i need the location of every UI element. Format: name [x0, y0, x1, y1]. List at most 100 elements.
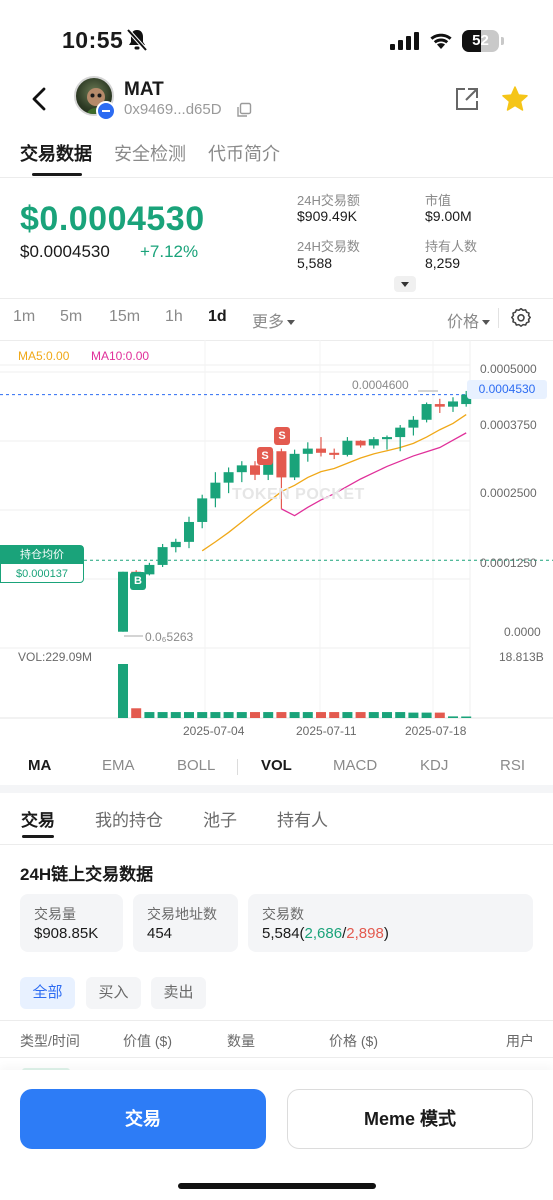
tx-count-label: 24H交易数 [297, 239, 360, 254]
column-header-amount: 数量 [227, 1033, 255, 1049]
indicator-macd[interactable]: MACD [333, 757, 377, 774]
indicator-vol[interactable]: VOL [261, 757, 292, 774]
status-bar: 10:55 52 [0, 0, 553, 80]
current-price-tag: 0.0004530 [467, 380, 547, 399]
holding-avg-price-tag[interactable]: 持仓均价 $0.000137 [0, 545, 84, 583]
candle-body [395, 427, 406, 438]
volume-bar [184, 712, 194, 718]
high-price-label: 0.0004600 [352, 378, 409, 392]
filter-sell[interactable]: 卖出 [151, 977, 206, 1009]
market-cap-value: $9.00M [425, 208, 472, 224]
candle-body [448, 401, 458, 407]
tab-pools[interactable]: 池子 [203, 806, 237, 831]
price-mode-label: 价格 [447, 314, 480, 331]
status-time: 10:55 [62, 27, 124, 53]
candle-body [276, 451, 287, 478]
timeframe-1m[interactable]: 1m [13, 308, 35, 326]
tx-sell-count: 2,898 [346, 925, 384, 942]
column-header-price: 价格 ($) [329, 1033, 378, 1049]
card-label: 交易数 [262, 906, 304, 922]
candle-body [368, 439, 379, 446]
wifi-icon [430, 33, 452, 49]
divider [0, 1020, 553, 1021]
card-value: $908.85K [34, 925, 99, 942]
favorite-star-icon[interactable] [501, 85, 529, 113]
filter-buy[interactable]: 买入 [86, 977, 141, 1009]
market-cap-label: 市值 [425, 193, 452, 208]
ma5-line [201, 414, 467, 552]
tx-buy-count: 2,686 [304, 925, 343, 942]
candle-body [289, 453, 300, 478]
candle-body [197, 498, 208, 522]
indicator-ma[interactable]: MA [28, 757, 51, 774]
volume-card: 交易量 $908.85K [20, 894, 123, 952]
indicator-ema[interactable]: EMA [102, 757, 135, 774]
buy-marker[interactable]: B [130, 572, 146, 590]
y-tick-label: 0.0002500 [480, 486, 537, 500]
indicator-rsi[interactable]: RSI [500, 757, 525, 774]
meme-mode-button[interactable]: Meme 模式 [287, 1089, 533, 1149]
filter-all[interactable]: 全部 [20, 977, 75, 1009]
volume-bar [236, 712, 247, 718]
tx-count-value: 5,588 [297, 255, 333, 271]
candlestick-chart[interactable] [0, 340, 553, 745]
x-tick-label: 2025-07-18 [405, 724, 467, 738]
price-mode-select[interactable]: 价格 [447, 308, 491, 332]
volume-bar [131, 708, 142, 718]
candle-body [210, 482, 221, 499]
trade-button[interactable]: 交易 [20, 1089, 266, 1149]
volume-bar [382, 712, 392, 718]
tab-holders[interactable]: 持有人 [277, 806, 328, 831]
timeframe-1h[interactable]: 1h [165, 308, 183, 326]
candle-body [302, 448, 313, 454]
candle-body [144, 564, 155, 575]
active-tab-indicator [22, 835, 54, 838]
divider [0, 844, 553, 845]
timeframe-15m[interactable]: 15m [109, 308, 140, 326]
timeframe-5m[interactable]: 5m [60, 308, 82, 326]
timeframe-1d[interactable]: 1d [208, 308, 227, 326]
onchain-section-title: 24H链上交易数据 [20, 865, 154, 884]
holding-avg-price-value: $0.000137 [16, 568, 68, 580]
back-button[interactable] [24, 82, 56, 116]
candle-body [118, 571, 128, 632]
x-tick-label: 2025-07-04 [183, 724, 245, 738]
y-tick-label: 0.0000 [504, 625, 541, 639]
chart-settings-gear-icon[interactable] [511, 308, 531, 328]
card-value: 454 [147, 925, 173, 942]
candle-body [382, 437, 392, 440]
tab-trade-data[interactable]: 交易数据 [20, 140, 92, 176]
indicator-kdj[interactable]: KDJ [420, 757, 448, 774]
timeframe-more[interactable]: 更多 [252, 308, 296, 332]
bell-off-icon [126, 28, 148, 52]
battery-icon: 52 [462, 30, 504, 52]
copy-icon[interactable] [236, 102, 252, 118]
column-header-type-time: 类型/时间 [20, 1033, 80, 1049]
volume-label: VOL:229.09M [18, 650, 93, 664]
tab-security-check[interactable]: 安全检测 [114, 140, 186, 176]
tx-count-breakdown: 5,584(2,686/2,898) [262, 925, 389, 942]
low-price-label: 0.0₆5263 [145, 630, 194, 644]
candle-body [342, 440, 353, 455]
volume-bar [395, 712, 406, 718]
volume-bar [408, 712, 419, 718]
token-address: 0x9469...d65D [124, 101, 222, 118]
volume-bar [368, 712, 379, 718]
sell-marker[interactable]: S [274, 427, 290, 445]
tab-trades[interactable]: 交易 [21, 806, 55, 831]
section-separator [0, 785, 553, 793]
volume-bar [144, 712, 155, 718]
volume-bar [223, 712, 234, 718]
volume-24h-value: $909.49K [297, 208, 357, 224]
tx-count-card: 交易数 5,584(2,686/2,898) [248, 894, 533, 952]
share-icon[interactable] [454, 86, 480, 112]
candle-body [408, 419, 419, 428]
divider [237, 759, 238, 775]
sell-marker[interactable]: S [257, 447, 273, 465]
volume-bar [197, 712, 208, 718]
tab-token-intro[interactable]: 代币简介 [208, 140, 280, 176]
candle-body [236, 465, 247, 473]
expand-stats-button[interactable] [394, 276, 416, 292]
tab-my-holdings[interactable]: 我的持仓 [95, 806, 163, 831]
indicator-boll[interactable]: BOLL [177, 757, 215, 774]
